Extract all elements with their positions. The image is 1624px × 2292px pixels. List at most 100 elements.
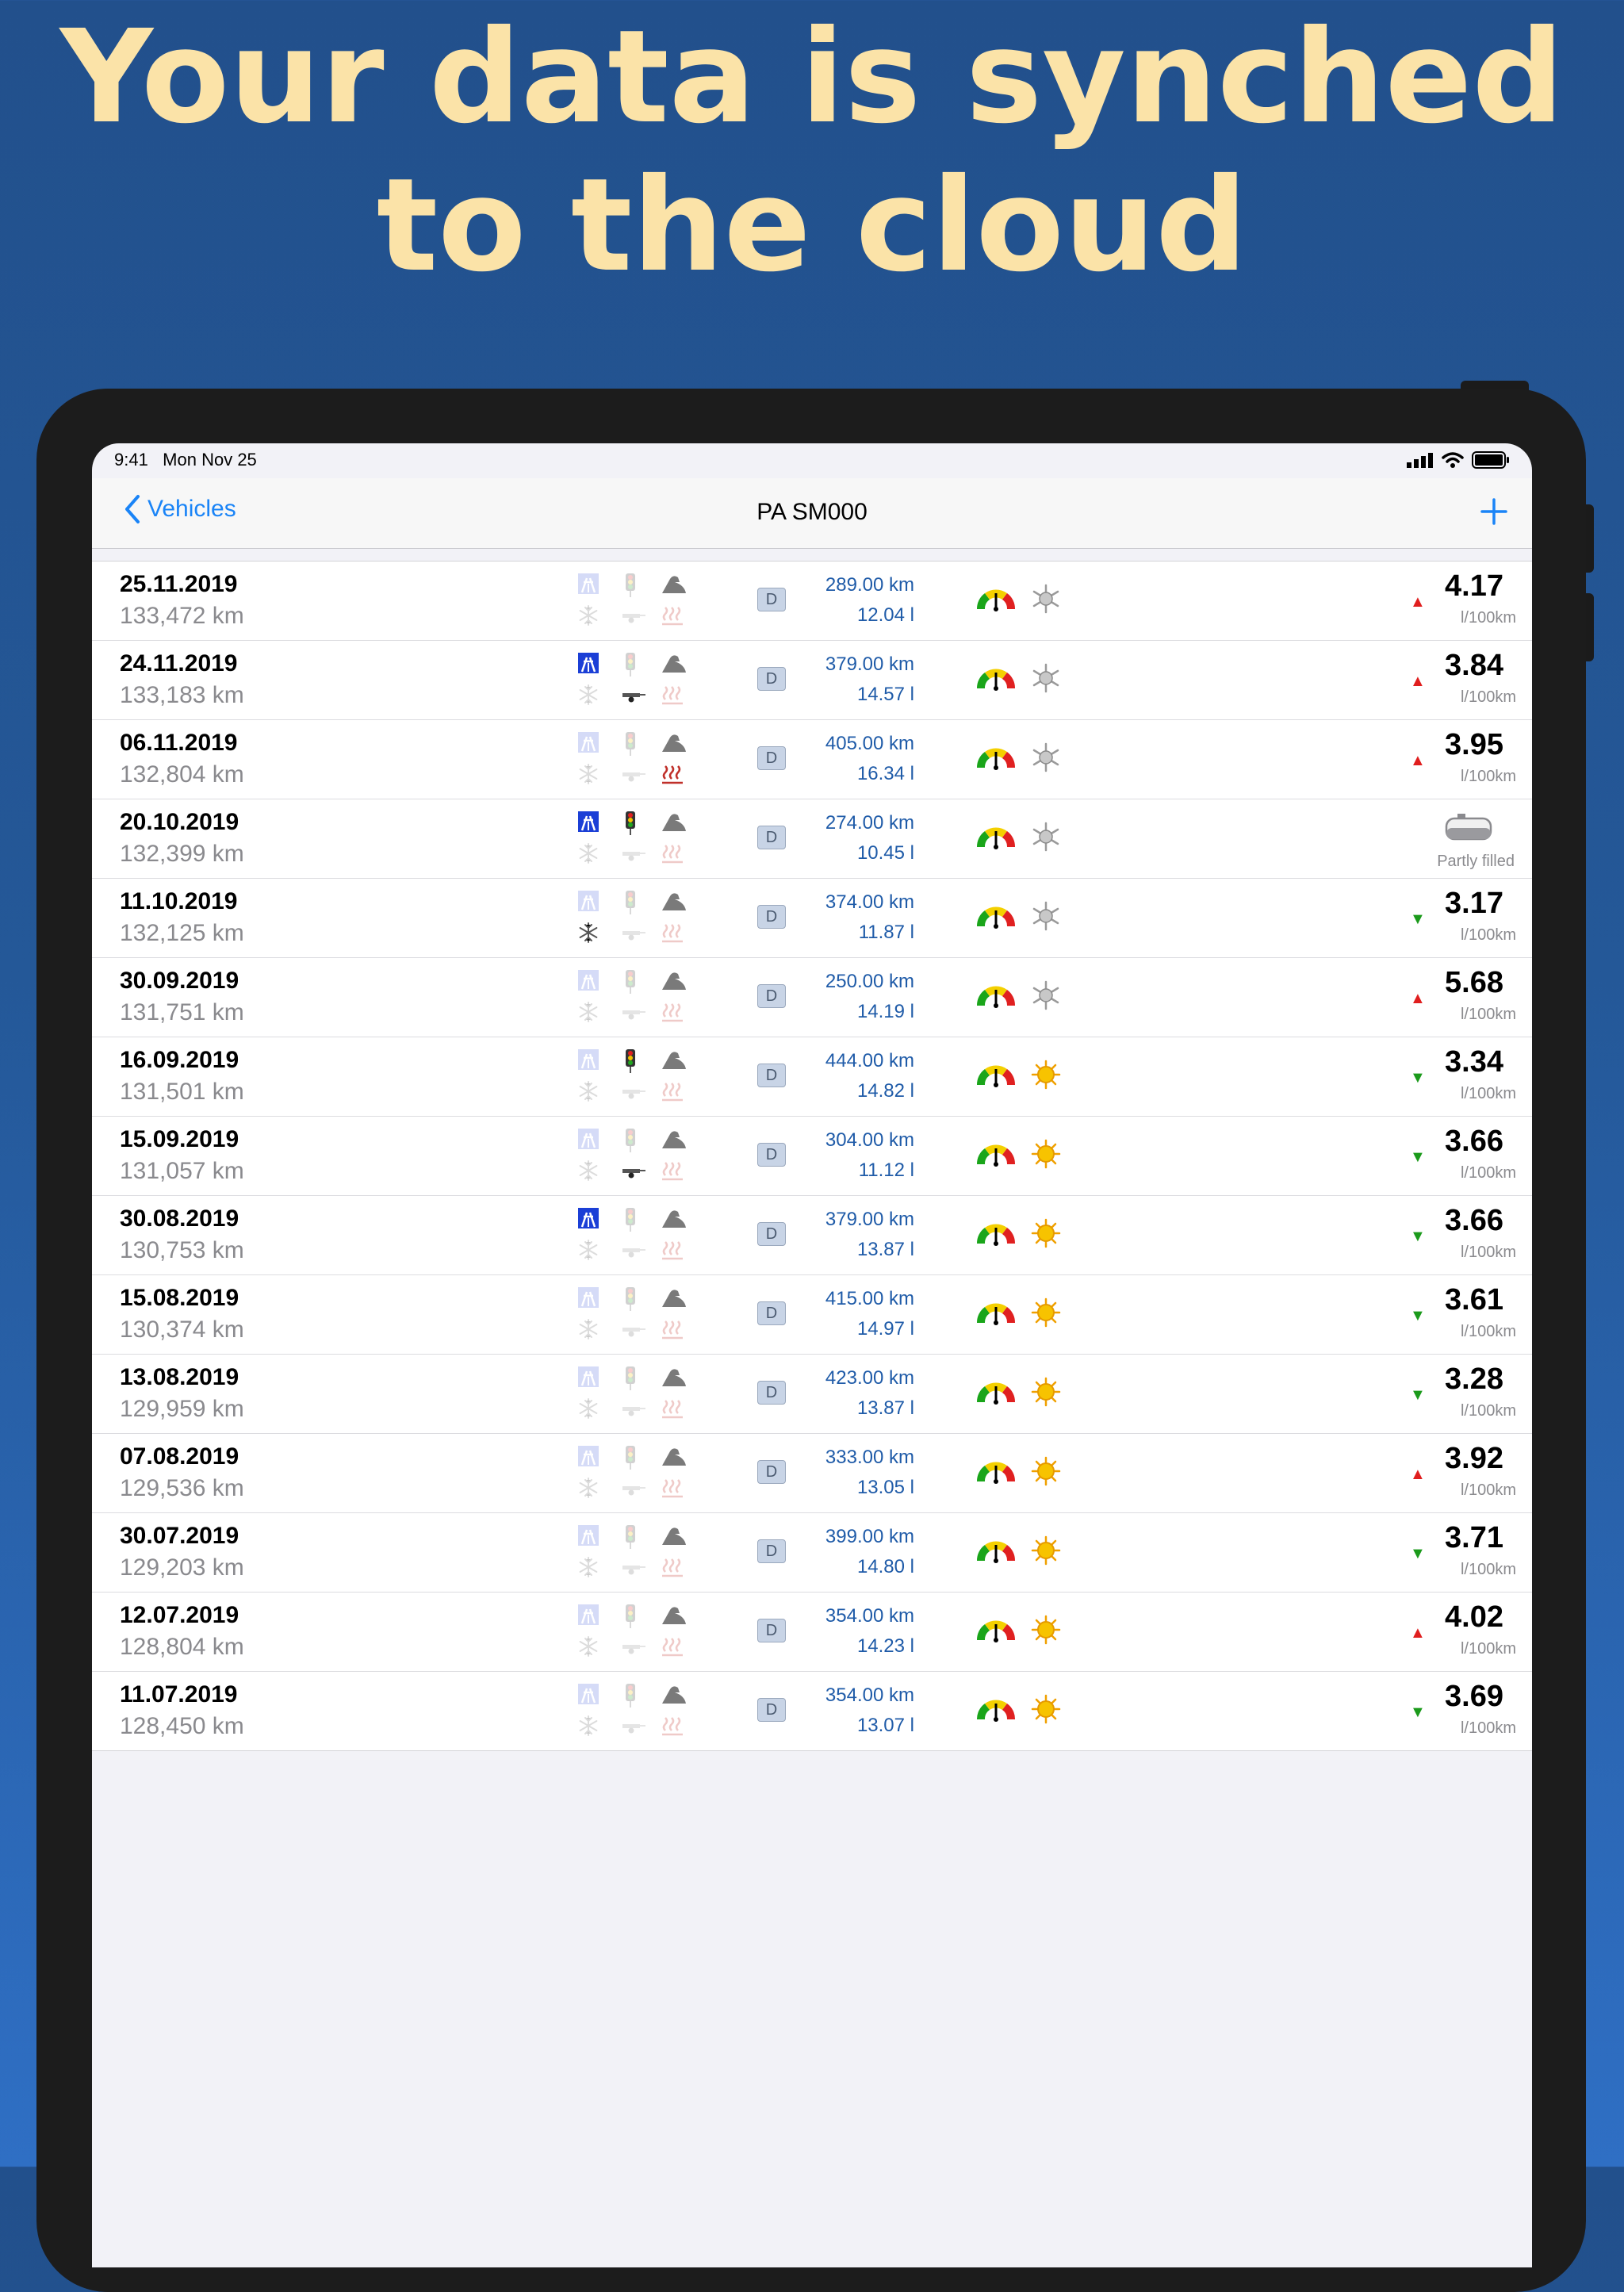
sun-icon [1031,1694,1061,1728]
motorway-icon [577,1683,599,1705]
table-row[interactable]: 15.08.2019 130,374 km D 415.00 km 14.97 … [92,1275,1532,1355]
snowflake-icon [577,763,599,785]
entry-date: 12.07.2019 [120,1602,239,1628]
fuel-type-badge: D [757,1381,786,1405]
cold-weather-icon [1031,742,1061,776]
wifi-icon [1442,452,1464,468]
driving-style-gauge-icon [974,1696,1018,1727]
consumption-unit: l/100km [1460,1085,1516,1102]
driving-style-gauge-icon [974,1378,1018,1409]
entry-odometer: 130,374 km [120,1317,244,1343]
sun-icon [1031,1377,1061,1411]
table-row[interactable]: 24.11.2019 133,183 km D 379.00 km 14.57 … [92,641,1532,720]
entry-date: 30.09.2019 [120,968,239,994]
table-row[interactable]: 07.08.2019 129,536 km D 333.00 km 13.05 … [92,1434,1532,1513]
table-row[interactable]: 12.07.2019 128,804 km D 354.00 km 14.23 … [92,1593,1532,1672]
trailer-icon [619,1323,645,1345]
sun-icon [1031,1060,1061,1094]
fuel-type-badge: D [757,746,786,770]
entry-odometer: 128,450 km [120,1713,244,1739]
driving-style-gauge-icon [974,1061,1018,1092]
consumption-unit: l/100km [1460,688,1516,706]
consumption-unit: l/100km [1460,1323,1516,1340]
heater-icon [661,1635,683,1658]
snowflake-icon [577,1477,599,1499]
mountain-road-icon [661,1524,686,1547]
consumption-value: 3.66 [1445,1204,1503,1237]
consumption-unit: l/100km [1460,1164,1516,1182]
table-row[interactable]: 25.11.2019 133,472 km D 289.00 km 12.04 … [92,562,1532,641]
motorway-icon [577,1286,599,1309]
traffic-light-icon [619,1207,642,1232]
fuel-type-badge: D [757,905,786,929]
headline-line-1: Your data is synched [59,3,1565,152]
table-row[interactable]: 30.07.2019 129,203 km D 399.00 km 14.80 … [92,1513,1532,1593]
trend-down-icon: ▼ [1410,1307,1426,1324]
page-title: PA SM000 [756,499,868,525]
snowflake-icon [577,922,599,944]
entry-odometer: 131,057 km [120,1158,244,1184]
trip-distance: 423.00 km [825,1367,914,1389]
trailer-icon [619,1640,645,1662]
heater-icon [661,842,683,864]
snowflake-icon [577,1080,599,1102]
table-row[interactable]: 11.07.2019 128,450 km D 354.00 km 13.07 … [92,1672,1532,1750]
table-row[interactable]: 11.10.2019 132,125 km D 374.00 km 11.87 … [92,879,1532,958]
entry-date: 25.11.2019 [120,571,238,597]
trailer-icon [619,926,645,949]
motorway-icon [577,731,599,753]
entry-odometer: 130,753 km [120,1237,244,1263]
fuel-entries-list: 25.11.2019 133,472 km D 289.00 km 12.04 … [92,561,1532,1751]
motorway-icon [577,969,599,991]
heater-icon [661,684,683,706]
table-row[interactable]: 30.08.2019 130,753 km D 379.00 km 13.87 … [92,1196,1532,1275]
heater-icon [661,1477,683,1499]
trailer-icon [619,1402,645,1424]
driving-style-gauge-icon [974,903,1018,933]
trailer-icon [619,768,645,790]
table-row[interactable]: 16.09.2019 131,501 km D 444.00 km 14.82 … [92,1037,1532,1117]
consumption-value: 3.66 [1445,1125,1503,1158]
fuel-volume: 14.82 l [856,1080,914,1102]
cold-weather-icon [1031,584,1061,618]
mountain-road-icon [661,1445,686,1467]
traffic-light-icon [619,731,642,756]
trend-up-icon: ▲ [1410,1624,1426,1642]
trend-up-icon: ▲ [1410,1466,1426,1483]
trip-distance: 250.00 km [825,971,914,992]
status-bar: 9:41 Mon Nov 25 [92,443,1532,478]
mountain-road-icon [661,969,686,991]
fuel-volume: 13.05 l [856,1477,914,1498]
motorway-icon [577,1128,599,1150]
driving-style-gauge-icon [974,1299,1018,1330]
entry-date: 15.09.2019 [120,1126,239,1152]
add-entry-button[interactable] [1480,497,1508,530]
table-row[interactable]: 15.09.2019 131,057 km D 304.00 km 11.12 … [92,1117,1532,1196]
trip-distance: 379.00 km [825,653,914,675]
sun-icon [1031,1456,1061,1490]
mountain-road-icon [661,1207,686,1229]
fuel-type-badge: D [757,1460,786,1484]
app-screen: 9:41 Mon Nov 25 Vehicles PA SM000 25.11.… [92,443,1532,2267]
table-row[interactable]: 13.08.2019 129,959 km D 423.00 km 13.87 … [92,1355,1532,1434]
entry-date: 11.07.2019 [120,1681,238,1708]
trip-distance: 444.00 km [825,1050,914,1071]
driving-style-gauge-icon [974,1220,1018,1251]
table-row[interactable]: 30.09.2019 131,751 km D 250.00 km 14.19 … [92,958,1532,1037]
traffic-light-icon [619,811,642,835]
table-row[interactable]: 20.10.2019 132,399 km D 274.00 km 10.45 … [92,799,1532,879]
consumption-unit: l/100km [1460,1640,1516,1658]
table-row[interactable]: 06.11.2019 132,804 km D 405.00 km 16.34 … [92,720,1532,799]
entry-odometer: 132,804 km [120,761,244,788]
driving-style-gauge-icon [974,1458,1018,1489]
driving-style-gauge-icon [974,665,1018,696]
traffic-light-icon [619,1683,642,1708]
sun-icon [1031,1615,1061,1649]
trip-distance: 399.00 km [825,1526,914,1547]
entry-odometer: 133,183 km [120,682,244,708]
motorway-icon [577,890,599,912]
fuel-type-badge: D [757,1698,786,1722]
mountain-road-icon [661,1286,686,1309]
status-icons [1407,451,1510,469]
heater-icon [661,1001,683,1023]
